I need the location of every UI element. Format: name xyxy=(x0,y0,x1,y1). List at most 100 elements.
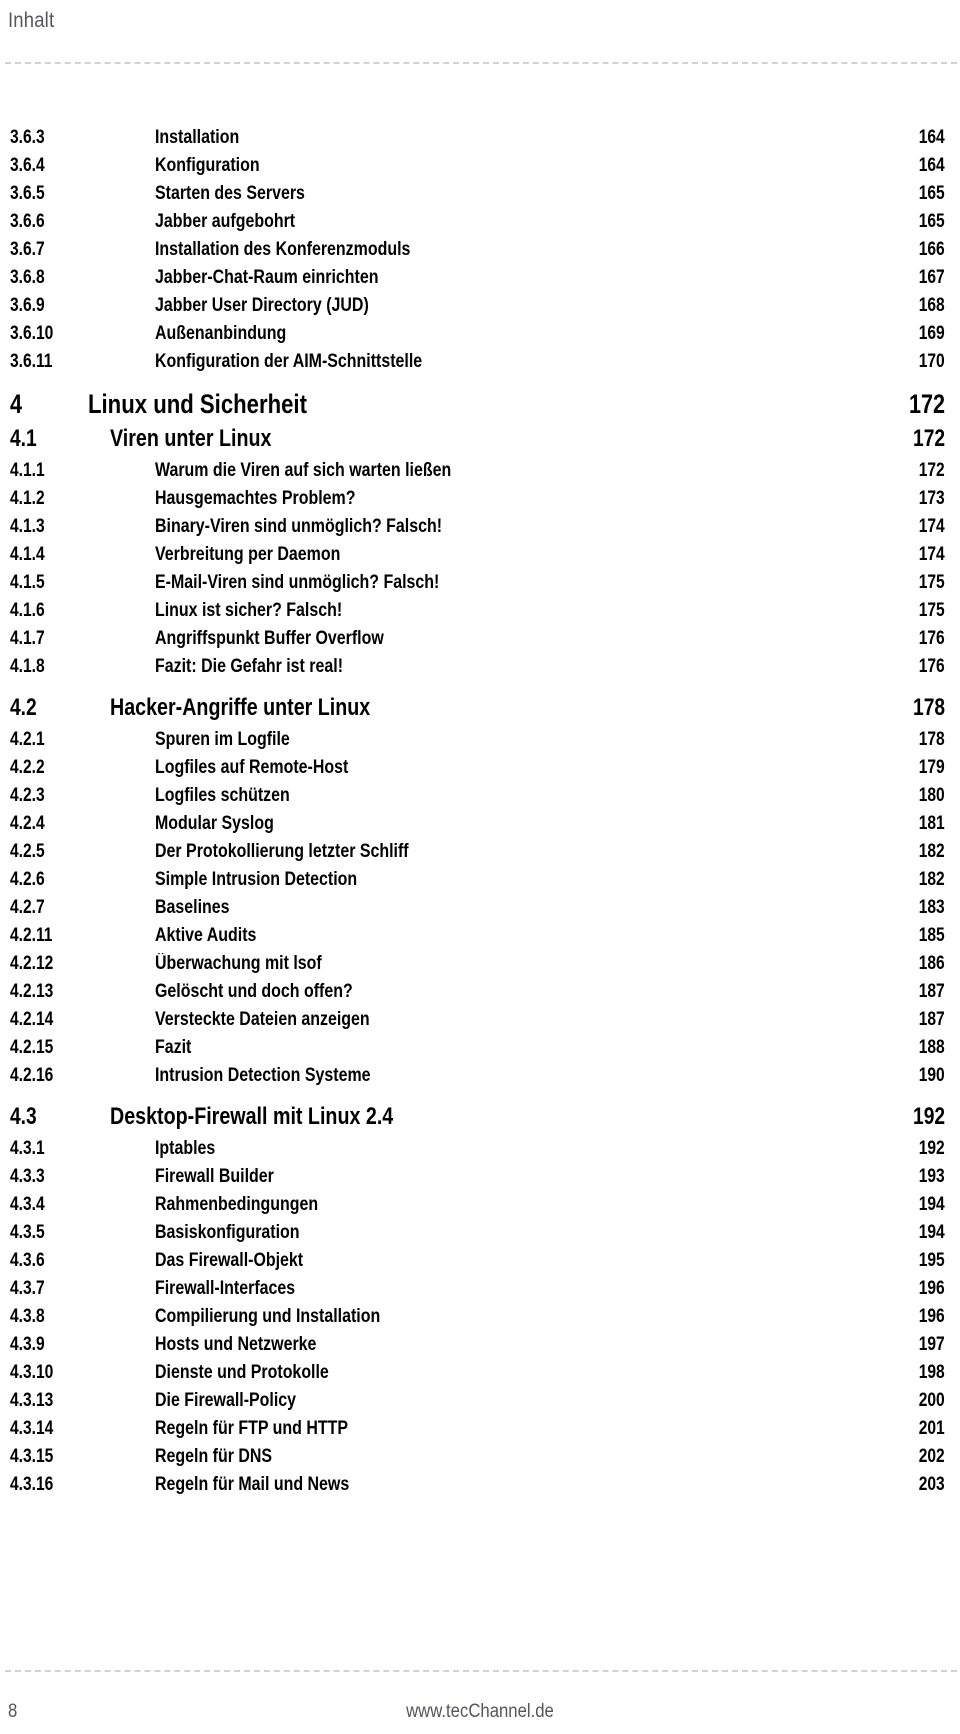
toc-entry-number: 4.3.9 xyxy=(10,1334,45,1355)
toc-row[interactable]: 4.1 Viren unter Linux 172 xyxy=(0,425,960,459)
toc-entry-title: Installation des Konferenzmoduls xyxy=(155,239,411,260)
toc-row[interactable]: 4.3.6 Das Firewall-Objekt 195 xyxy=(0,1249,960,1277)
toc-row[interactable]: 4.2.14 Versteckte Dateien anzeigen 187 xyxy=(0,1008,960,1036)
toc-entry-title: Angriffspunkt Buffer Overflow xyxy=(155,628,384,649)
toc-entry-number: 4.3.15 xyxy=(10,1446,54,1467)
toc-entry-page: 178 xyxy=(919,729,945,750)
toc-entry-page: 182 xyxy=(919,869,945,890)
toc-entry-number: 4.1.3 xyxy=(10,516,45,537)
toc-entry-number: 3.6.11 xyxy=(10,351,53,372)
toc-row[interactable]: 3.6.4 Konfiguration 164 xyxy=(0,154,960,182)
toc-row[interactable]: 4.3.13 Die Firewall-Policy 200 xyxy=(0,1389,960,1417)
toc-entry-title: Das Firewall-Objekt xyxy=(155,1250,304,1271)
toc-row[interactable]: 4.3.4 Rahmenbedingungen 194 xyxy=(0,1193,960,1221)
toc-row[interactable]: 4.2.15 Fazit 188 xyxy=(0,1036,960,1064)
toc-row[interactable]: 4.3.9 Hosts und Netzwerke 197 xyxy=(0,1333,960,1361)
toc-entry-page: 179 xyxy=(919,757,945,778)
toc-entry-number: 4.3.6 xyxy=(10,1250,45,1271)
toc-row[interactable]: 4.1.8 Fazit: Die Gefahr ist real! 176 xyxy=(0,655,960,683)
toc-row[interactable]: 4.3.3 Firewall Builder 193 xyxy=(0,1165,960,1193)
toc-row[interactable]: 4.3.10 Dienste und Protokolle 198 xyxy=(0,1361,960,1389)
toc-entry-title: Firewall Builder xyxy=(155,1166,274,1187)
toc-entry-page: 164 xyxy=(919,155,945,176)
toc-row[interactable]: 4.3.15 Regeln für DNS 202 xyxy=(0,1445,960,1473)
toc-entry-page: 169 xyxy=(919,323,945,344)
table-of-contents: 3.6.3 Installation 164 3.6.4 Konfiguration 16… xyxy=(0,126,960,1501)
toc-entry-page: 164 xyxy=(919,127,945,148)
toc-entry-number: 4.3.7 xyxy=(10,1278,45,1299)
toc-entry-number: 4.3.5 xyxy=(10,1222,45,1243)
toc-row[interactable]: 3.6.7 Installation des Konferenzmoduls 166 xyxy=(0,238,960,266)
toc-row[interactable]: 4.2.6 Simple Intrusion Detection 182 xyxy=(0,868,960,896)
toc-row[interactable]: 3.6.9 Jabber User Directory (JUD) 168 xyxy=(0,294,960,322)
toc-row[interactable]: 4.1.4 Verbreitung per Daemon 174 xyxy=(0,543,960,571)
toc-entry-page: 175 xyxy=(919,600,945,621)
toc-row[interactable]: 4.2.12 Überwachung mit lsof 186 xyxy=(0,952,960,980)
toc-entry-number: 4.2.2 xyxy=(10,757,45,778)
toc-row[interactable]: 4.1.6 Linux ist sicher? Falsch! 175 xyxy=(0,599,960,627)
toc-entry-title: Regeln für Mail und News xyxy=(155,1474,350,1495)
toc-row[interactable]: 4.2.3 Logfiles schützen 180 xyxy=(0,784,960,812)
toc-entry-title: Gelöscht und doch offen? xyxy=(155,981,353,1002)
toc-entry-title: Konfiguration der AIM-Schnittstelle xyxy=(155,351,423,372)
toc-row[interactable]: 4 Linux und Sicherheit 172 xyxy=(0,389,960,426)
toc-row[interactable]: 4.1.3 Binary-Viren sind unmöglich? Falsch… xyxy=(0,515,960,543)
toc-entry-number: 4.2.14 xyxy=(10,1009,54,1030)
toc-entry-page: 166 xyxy=(919,239,945,260)
toc-entry-page: 175 xyxy=(919,572,945,593)
toc-row[interactable]: 4.1.2 Hausgemachtes Problem? 173 xyxy=(0,487,960,515)
toc-entry-page: 178 xyxy=(912,694,945,721)
toc-entry-number: 4.3.1 xyxy=(10,1138,45,1159)
toc-row[interactable]: 4.3.5 Basiskonfiguration 194 xyxy=(0,1221,960,1249)
toc-row[interactable]: 4.3.16 Regeln für Mail und News 203 xyxy=(0,1473,960,1501)
toc-row[interactable]: 4.1.1 Warum die Viren auf sich warten lie… xyxy=(0,459,960,487)
toc-entry-title: Aktive Audits xyxy=(155,925,257,946)
toc-row[interactable]: 4.1.5 E-Mail-Viren sind unmöglich? Falsch… xyxy=(0,571,960,599)
toc-entry-number: 3.6.3 xyxy=(10,127,45,148)
toc-entry-title: Der Protokollierung letzter Schliff xyxy=(155,841,409,862)
toc-entry-title: Fazit xyxy=(155,1037,192,1058)
toc-row[interactable]: 4.3 Desktop-Firewall mit Linux 2.4 192 xyxy=(0,1103,960,1137)
toc-row[interactable]: 4.3.8 Compilierung und Installation 196 xyxy=(0,1305,960,1333)
toc-entry-page: 176 xyxy=(919,656,945,677)
toc-entry-page: 194 xyxy=(919,1222,945,1243)
toc-row[interactable]: 4.2.7 Baselines 183 xyxy=(0,896,960,924)
toc-row[interactable]: 3.6.3 Installation 164 xyxy=(0,126,960,154)
toc-entry-page: 193 xyxy=(919,1166,945,1187)
toc-entry-page: 200 xyxy=(919,1390,945,1411)
toc-row[interactable]: 4.3.14 Regeln für FTP und HTTP 201 xyxy=(0,1417,960,1445)
toc-entry-page: 203 xyxy=(919,1474,945,1495)
toc-row[interactable]: 4.2.11 Aktive Audits 185 xyxy=(0,924,960,952)
toc-entry-number: 4 xyxy=(10,389,23,419)
toc-entry-number: 4.2.4 xyxy=(10,813,45,834)
toc-row[interactable]: 3.6.6 Jabber aufgebohrt 165 xyxy=(0,210,960,238)
toc-entry-number: 4.2.7 xyxy=(10,897,45,918)
toc-row[interactable]: 4.2.1 Spuren im Logfile 178 xyxy=(0,728,960,756)
toc-row[interactable]: 3.6.5 Starten des Servers 165 xyxy=(0,182,960,210)
toc-entry-page: 174 xyxy=(919,516,945,537)
toc-entry-title: Logfiles auf Remote-Host xyxy=(155,757,349,778)
toc-entry-page: 188 xyxy=(919,1037,945,1058)
toc-entry-title: Die Firewall-Policy xyxy=(155,1390,297,1411)
header-divider xyxy=(5,62,957,64)
toc-row[interactable]: 4.2.16 Intrusion Detection Systeme 190 xyxy=(0,1064,960,1092)
toc-row[interactable]: 4.2.13 Gelöscht und doch offen? 187 xyxy=(0,980,960,1008)
toc-row[interactable]: 4.3.7 Firewall-Interfaces 196 xyxy=(0,1277,960,1305)
toc-row[interactable]: 4.2 Hacker-Angriffe unter Linux 178 xyxy=(0,694,960,728)
toc-entry-number: 3.6.8 xyxy=(10,267,45,288)
toc-row[interactable]: 3.6.8 Jabber-Chat-Raum einrichten 167 xyxy=(0,266,960,294)
toc-row[interactable]: 4.2.2 Logfiles auf Remote-Host 179 xyxy=(0,756,960,784)
toc-entry-title: Baselines xyxy=(155,897,230,918)
toc-row[interactable]: 3.6.11 Konfiguration der AIM-Schnittstell… xyxy=(0,350,960,378)
toc-row[interactable]: 4.2.4 Modular Syslog 181 xyxy=(0,812,960,840)
toc-row[interactable]: 4.3.1 Iptables 192 xyxy=(0,1137,960,1165)
toc-row[interactable]: 3.6.10 Außenanbindung 169 xyxy=(0,322,960,350)
toc-entry-number: 4.2.15 xyxy=(10,1037,54,1058)
toc-entry-page: 183 xyxy=(919,897,945,918)
toc-entry-title: Linux ist sicher? Falsch! xyxy=(155,600,343,621)
toc-entry-number: 4.1.6 xyxy=(10,600,45,621)
toc-entry-title: Firewall-Interfaces xyxy=(155,1278,296,1299)
toc-row[interactable]: 4.2.5 Der Protokollierung letzter Schliff… xyxy=(0,840,960,868)
toc-entry-page: 194 xyxy=(919,1194,945,1215)
toc-row[interactable]: 4.1.7 Angriffspunkt Buffer Overflow 176 xyxy=(0,627,960,655)
